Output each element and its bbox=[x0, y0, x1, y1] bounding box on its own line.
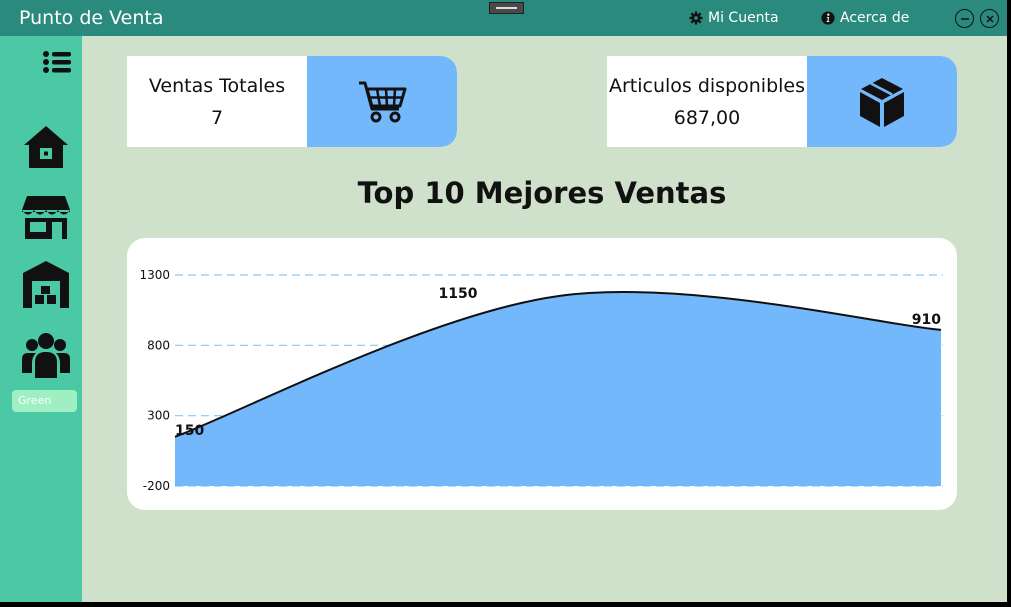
y-tick-label: 1300 bbox=[139, 268, 170, 282]
app-title: Punto de Venta bbox=[19, 7, 164, 29]
theme-selector[interactable]: Green bbox=[12, 390, 77, 412]
home-icon[interactable] bbox=[21, 122, 71, 172]
available-items-card: Articulos disponibles 687,00 bbox=[607, 56, 957, 147]
users-icon[interactable] bbox=[21, 331, 71, 381]
y-tick-label: 300 bbox=[147, 409, 170, 423]
about-label: Acerca de bbox=[840, 10, 910, 26]
menu-icon[interactable] bbox=[42, 50, 72, 74]
about-button[interactable]: Acerca de bbox=[821, 10, 909, 26]
available-items-icon-panel bbox=[807, 56, 957, 147]
app-window: Punto de Venta Mi Cuenta Acerca de Green… bbox=[0, 0, 1007, 602]
total-sales-label: Ventas Totales bbox=[148, 74, 286, 97]
y-tick-label: 800 bbox=[147, 338, 170, 352]
total-sales-value: 7 bbox=[210, 106, 224, 129]
titlebar[interactable]: Punto de Venta Mi Cuenta Acerca de bbox=[0, 0, 1007, 36]
minus-icon bbox=[960, 17, 969, 20]
my-account-label: Mi Cuenta bbox=[708, 10, 779, 26]
total-sales-text: Ventas Totales 7 bbox=[127, 56, 307, 147]
cart-icon bbox=[359, 81, 407, 122]
warehouse-icon[interactable] bbox=[21, 259, 71, 309]
available-items-text: Articulos disponibles 687,00 bbox=[607, 56, 807, 147]
drag-handle[interactable] bbox=[489, 2, 524, 14]
chart-card: 1300 800 300 -200 150 1150 910 bbox=[127, 238, 957, 510]
box-icon bbox=[860, 77, 904, 127]
minimize-button[interactable] bbox=[955, 9, 974, 28]
total-sales-card: Ventas Totales 7 bbox=[127, 56, 457, 147]
my-account-button[interactable]: Mi Cuenta bbox=[689, 10, 779, 26]
available-items-value: 687,00 bbox=[673, 106, 741, 129]
sales-chart: 1300 800 300 -200 150 1150 910 bbox=[139, 268, 943, 493]
data-label: 150 bbox=[175, 423, 204, 439]
chart-title: Top 10 Mejores Ventas bbox=[357, 176, 727, 210]
sidebar: Green bbox=[0, 36, 82, 602]
close-button[interactable] bbox=[980, 9, 999, 28]
data-label: 910 bbox=[912, 312, 941, 328]
info-icon bbox=[821, 11, 835, 25]
close-icon bbox=[985, 14, 994, 23]
data-label: 1150 bbox=[439, 286, 478, 302]
total-sales-icon-panel bbox=[307, 56, 457, 147]
gear-icon bbox=[689, 11, 703, 25]
available-items-label: Articulos disponibles bbox=[608, 74, 806, 97]
series-area bbox=[175, 292, 941, 486]
y-tick-label: -200 bbox=[143, 479, 170, 493]
